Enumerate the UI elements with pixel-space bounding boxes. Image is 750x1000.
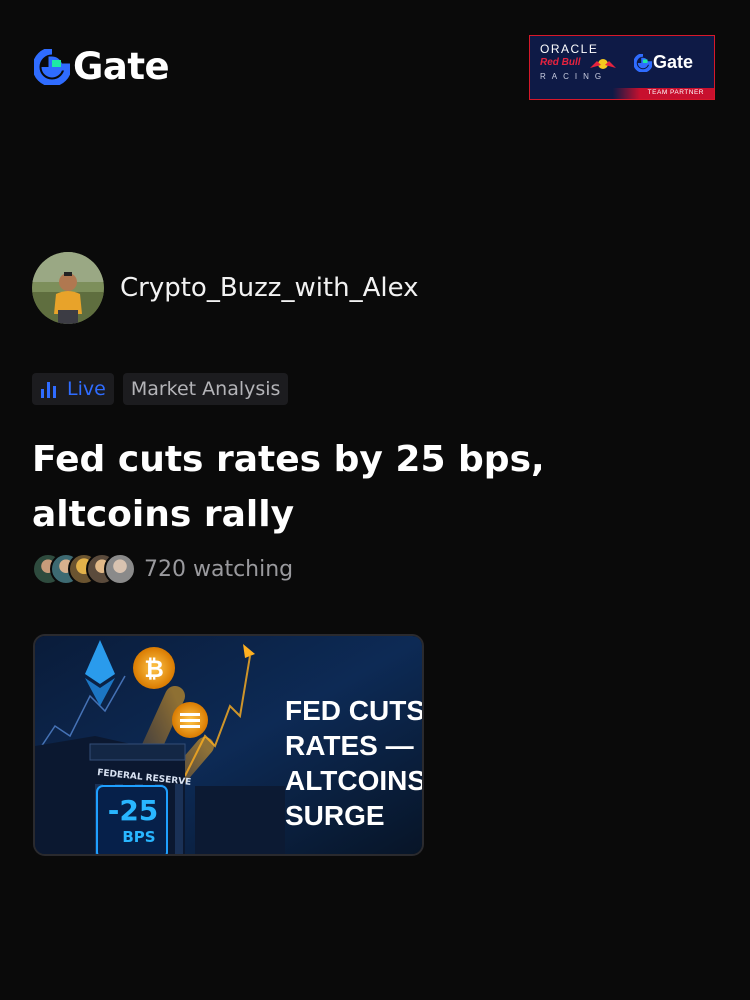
oracle-text: ORACLE — [540, 42, 599, 56]
racing-text: RACING — [540, 72, 608, 81]
author-row[interactable]: Crypto_Buzz_with_Alex — [32, 252, 419, 324]
team-partner-banner[interactable]: ORACLE Red Bull RACING Gate TEAM PARTNER — [529, 35, 715, 100]
gate-logo-icon — [634, 53, 652, 72]
rate-unit: BPS — [122, 828, 155, 846]
redbull-text: Red Bull — [540, 57, 581, 68]
watching-count: 720 watching — [144, 556, 294, 582]
watcher-avatars — [32, 553, 136, 585]
thumbnail-headline-line-1: FED CUTS — [285, 695, 424, 726]
bull-icon — [590, 59, 616, 69]
thumbnail-headline-line-4: SURGE — [285, 800, 385, 831]
live-tag-label: Live — [67, 378, 106, 400]
thumbnail-headline-line-3: ALTCOINS — [285, 765, 424, 796]
partner-gate-text: Gate — [653, 52, 694, 72]
post-title[interactable]: Fed cuts rates by 25 bps, altcoins rally — [32, 432, 712, 542]
author-name[interactable]: Crypto_Buzz_with_Alex — [120, 273, 419, 303]
post-thumbnail[interactable]: ₿ FEDERAL RESERVE -25 BPS FED CUTS RATES… — [33, 634, 424, 856]
thumbnail-image: ₿ FEDERAL RESERVE -25 BPS FED CUTS RATES… — [35, 636, 424, 854]
gate-logo-text: Gate — [73, 45, 170, 88]
gate-logo-icon — [34, 49, 70, 85]
oracle-redbull-logo: ORACLE Red Bull RACING — [530, 36, 625, 92]
category-tag[interactable]: Market Analysis — [122, 373, 289, 405]
live-tag[interactable]: Live — [32, 373, 114, 405]
category-tag-label: Market Analysis — [130, 378, 281, 400]
rate-value: -25 — [108, 794, 159, 827]
live-bars-icon — [41, 382, 56, 398]
svg-text:₿: ₿ — [144, 655, 164, 683]
team-partner-bar: TEAM PARTNER — [530, 88, 714, 99]
post-page: Gate ORACLE Red Bull RACING Gate TEAM PA… — [0, 0, 750, 1000]
watcher-avatar — [104, 553, 136, 585]
avatar[interactable] — [32, 252, 104, 324]
partner-gate-logo: Gate — [634, 52, 693, 73]
post-tags: Live Market Analysis — [32, 373, 289, 405]
watchers-row: 720 watching — [32, 553, 293, 585]
gate-logo[interactable]: Gate — [34, 45, 170, 88]
thumbnail-headline-line-2: RATES — — [285, 730, 414, 761]
avatar-photo-icon — [32, 252, 104, 324]
team-partner-label: TEAM PARTNER — [647, 89, 704, 96]
